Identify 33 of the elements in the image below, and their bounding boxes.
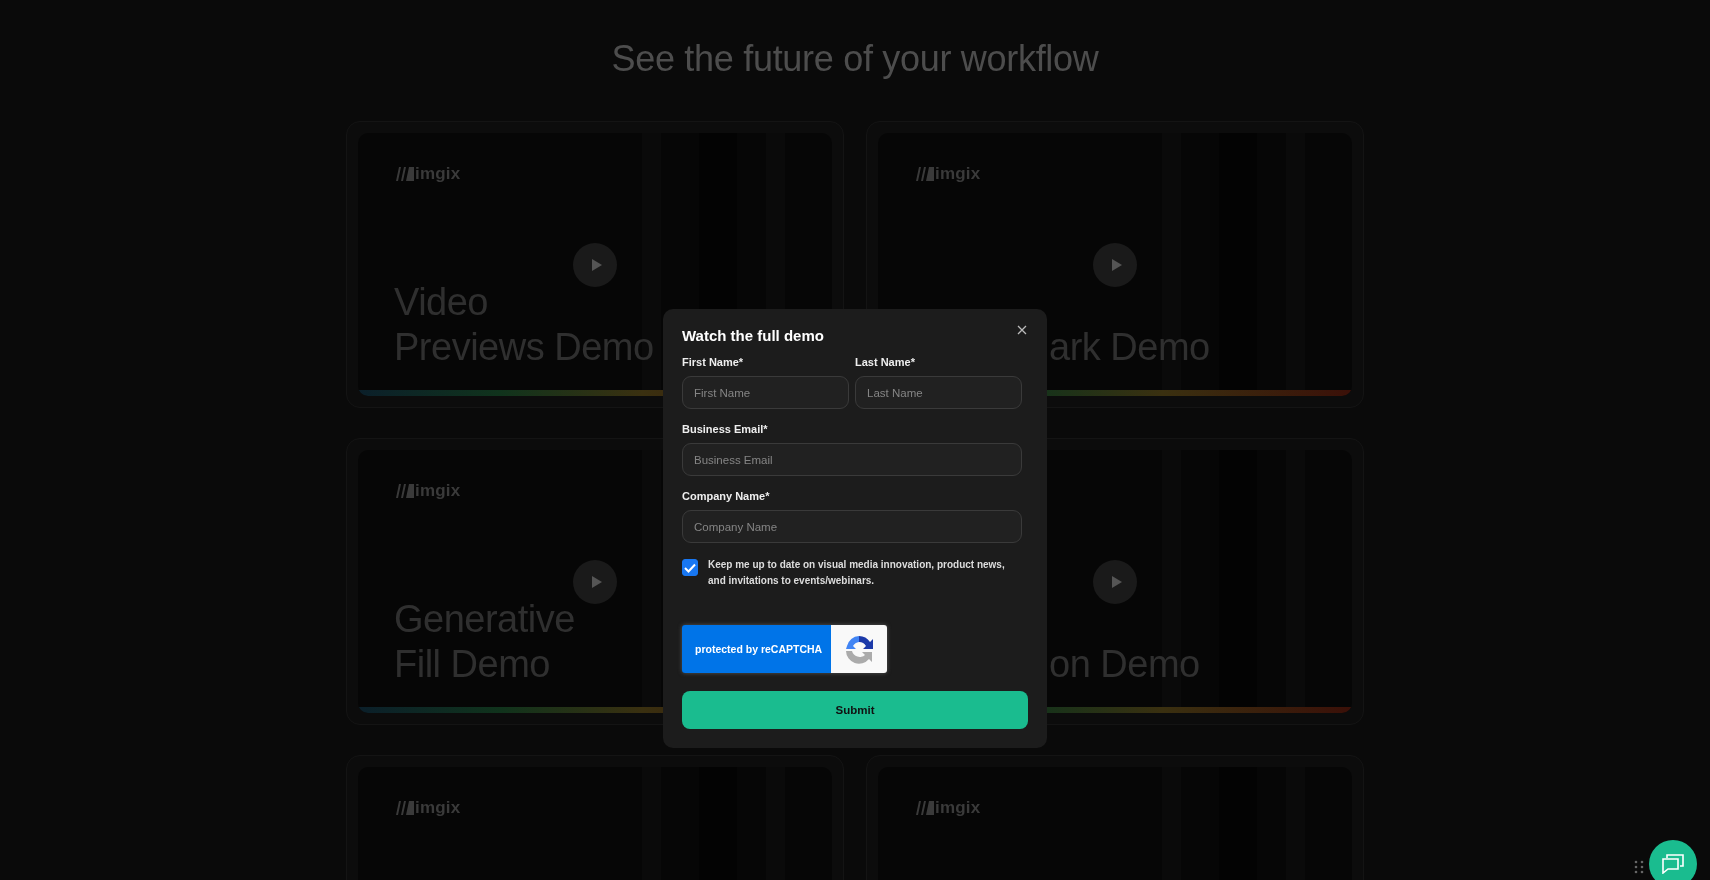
stripes-icon — [394, 801, 414, 815]
drag-handle-icon — [1634, 860, 1644, 874]
play-icon — [1110, 575, 1122, 588]
input-field[interactable]: Business Email — [682, 443, 1022, 476]
play-button[interactable] — [573, 559, 617, 604]
close-icon — [1017, 325, 1027, 335]
consent-text: Keep me up to date on visual media innovation, product news, and invitations to events/webinars. — [708, 558, 1006, 588]
close-button[interactable] — [1016, 324, 1028, 336]
submit-button[interactable]: Submit — [682, 691, 1028, 729]
dialog-title: Watch the full demo — [682, 327, 824, 344]
input-field[interactable]: First Name — [682, 376, 849, 409]
field-label: Last Name* — [855, 355, 916, 370]
field-label: Business Email* — [682, 422, 769, 437]
input-field[interactable]: Company Name — [682, 510, 1022, 543]
stripes-icon — [914, 167, 934, 181]
play-button[interactable] — [1093, 559, 1137, 604]
recaptcha-text: protected by reCAPTCHA — [695, 643, 823, 655]
chat-icon — [1662, 854, 1684, 874]
input-field[interactable]: Last Name — [855, 376, 1022, 409]
stripes-icon — [394, 167, 414, 181]
field-label: Company Name* — [682, 489, 771, 504]
play-icon — [1110, 258, 1122, 271]
chat-button[interactable] — [1649, 840, 1697, 880]
page-heading: See the future of your workflow — [611, 38, 1099, 80]
stripes-icon — [394, 484, 414, 498]
play-icon — [590, 258, 602, 271]
play-icon — [590, 575, 602, 588]
field-label: First Name* — [682, 355, 745, 370]
checkbox[interactable] — [682, 559, 698, 576]
play-button[interactable] — [573, 242, 617, 287]
play-button[interactable] — [1093, 242, 1137, 287]
stripes-icon — [914, 801, 934, 815]
recaptcha-icon — [843, 633, 875, 665]
